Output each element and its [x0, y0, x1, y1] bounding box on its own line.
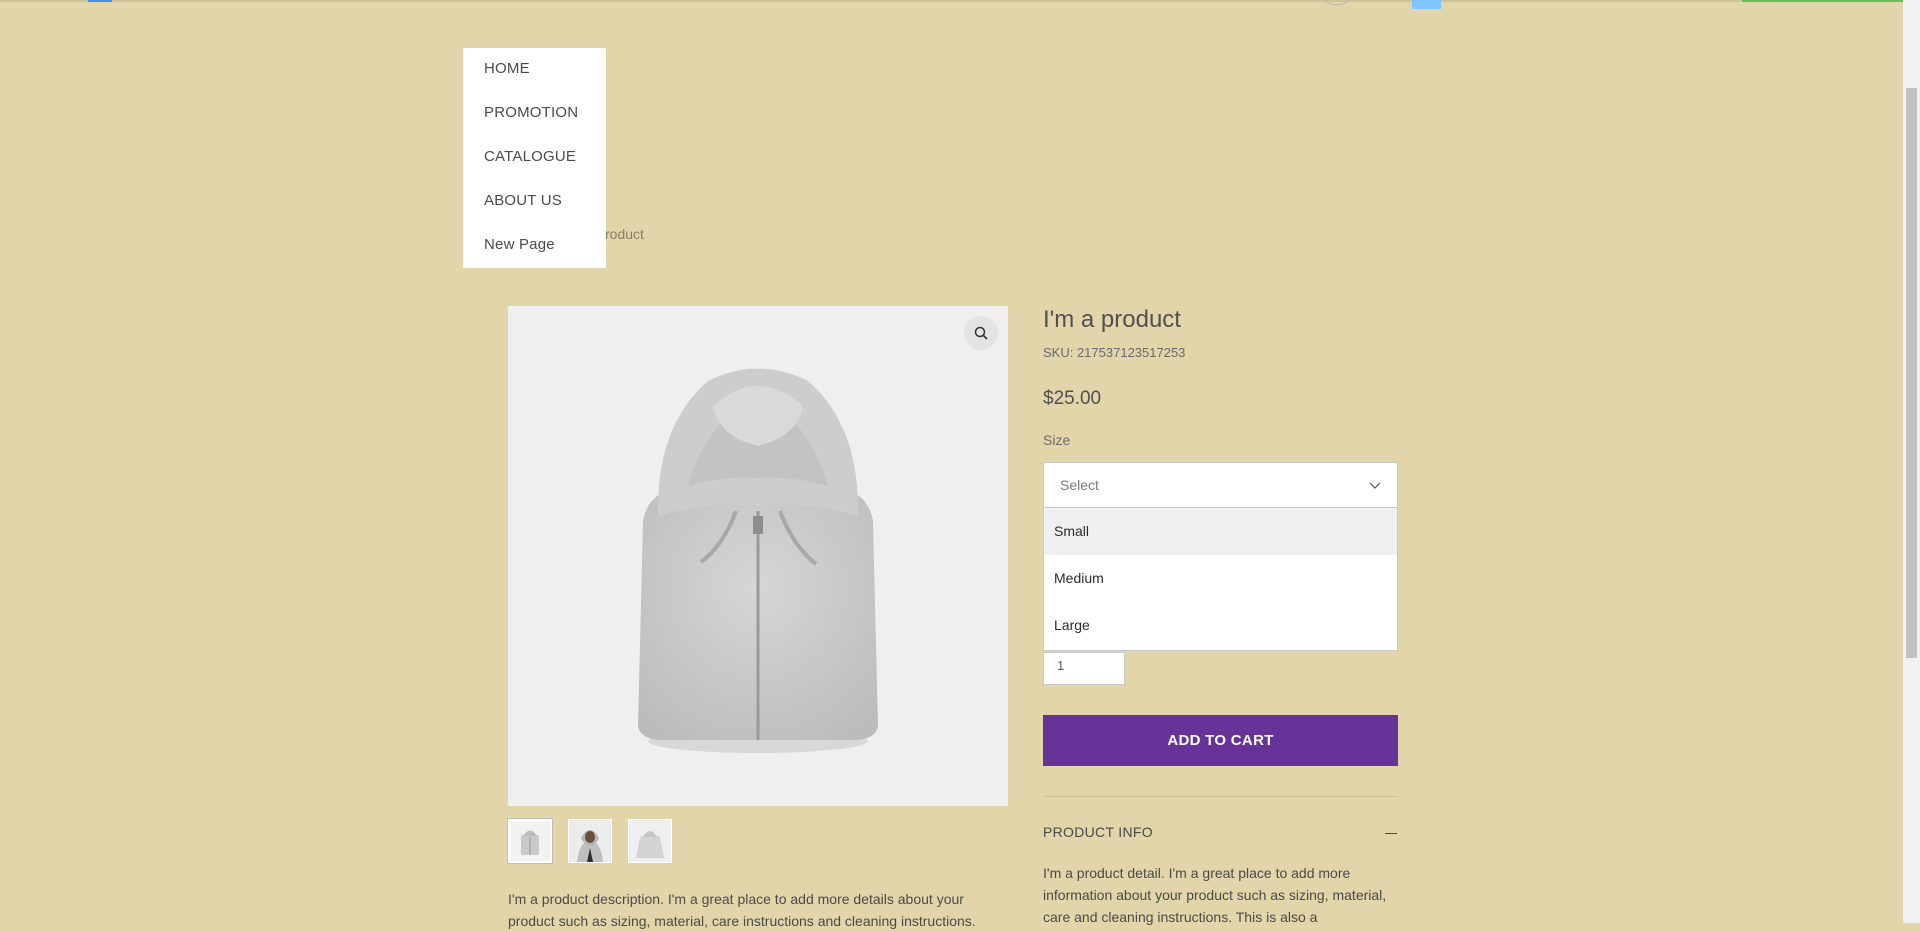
hoodie-folded-thumbnail	[521, 830, 539, 855]
person-hoodie-thumbnail	[569, 820, 611, 862]
size-select-placeholder: Select	[1060, 477, 1099, 493]
nav-item-promotion[interactable]: PROMOTION	[484, 104, 578, 121]
nav-item-about-us[interactable]: ABOUT US	[484, 192, 562, 209]
size-label: Size	[1043, 432, 1071, 448]
top-indicator-circle	[1322, 0, 1352, 5]
size-select[interactable]: Select	[1043, 462, 1398, 508]
collapse-minus-icon[interactable]	[1385, 833, 1397, 834]
magnifier-icon	[974, 326, 988, 340]
chevron-down-icon	[1369, 482, 1381, 489]
thumbnail-3[interactable]	[628, 819, 672, 863]
top-indicator-green	[1742, 0, 1920, 2]
product-info-detail: I'm a product detail. I'm a great place …	[1043, 865, 1387, 925]
product-title: I'm a product	[1043, 306, 1181, 333]
size-option-medium[interactable]: Medium	[1044, 555, 1397, 602]
nav-dropdown-menu: HOME PROMOTION CATALOGUE ABOUT US New Pa…	[463, 48, 606, 268]
quantity-input[interactable]: 1	[1043, 652, 1125, 685]
hoodie-image	[638, 368, 878, 753]
top-indicator-blue	[1412, 0, 1441, 9]
product-sku: SKU: 217537123517253	[1043, 345, 1186, 360]
add-to-cart-button[interactable]: ADD TO CART	[1043, 715, 1398, 766]
product-price: $25.00	[1043, 388, 1102, 409]
product-info-toggle[interactable]: PRODUCT INFO	[1043, 824, 1153, 840]
product-main-image[interactable]	[508, 306, 1008, 806]
browser-top-edge	[0, 0, 1920, 2]
thumbnail-2[interactable]	[568, 819, 612, 863]
product-description: I'm a product description. I'm a great p…	[508, 891, 976, 929]
zoom-button[interactable]	[964, 316, 998, 350]
nav-item-home[interactable]: HOME	[484, 60, 530, 77]
nav-item-new-page[interactable]: New Page	[484, 236, 555, 253]
breadcrumb-current[interactable]: roduct	[605, 226, 644, 242]
thumbnail-1[interactable]	[507, 818, 553, 864]
size-options-list: Small Medium Large	[1043, 508, 1398, 651]
nav-item-catalogue[interactable]: CATALOGUE	[484, 148, 576, 165]
size-option-small[interactable]: Small	[1044, 508, 1397, 555]
hoodie-back-thumbnail	[629, 820, 671, 862]
info-divider	[1043, 796, 1398, 797]
scrollbar-thumb[interactable]	[1906, 88, 1917, 658]
size-option-large[interactable]: Large	[1044, 602, 1397, 649]
top-indicator-left	[88, 0, 112, 2]
